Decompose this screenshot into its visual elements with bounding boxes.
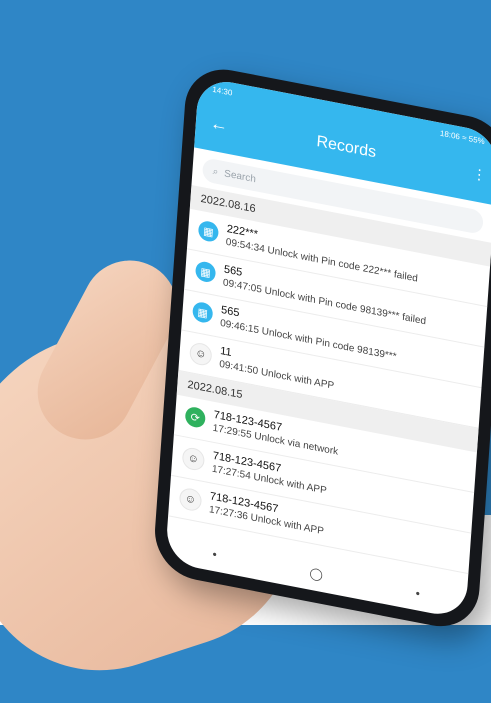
user-avatar-icon: ☺ xyxy=(178,486,203,513)
pin-pad-icon: ▦ xyxy=(192,300,214,325)
search-placeholder: Search xyxy=(223,167,257,185)
phone: 14:30 18:06 ≈ 55% ← Records ⋮ ⌕ Search 2… xyxy=(152,62,491,634)
home-icon[interactable]: ◯ xyxy=(309,566,323,582)
status-time: 14:30 xyxy=(212,84,233,98)
recent-apps-icon[interactable]: • xyxy=(212,547,217,562)
phone-screen: 14:30 18:06 ≈ 55% ← Records ⋮ ⌕ Search 2… xyxy=(164,76,491,620)
status-right: 18:06 ≈ 55% xyxy=(439,128,486,147)
search-icon: ⌕ xyxy=(212,165,219,178)
pin-pad-icon: ▦ xyxy=(194,260,217,284)
pin-pad-icon: ▦ xyxy=(197,219,220,244)
records-list: 2022.08.16 ▦ 222*** 09:54:34 Unlock with… xyxy=(168,184,491,575)
network-icon: ⟳ xyxy=(184,405,206,430)
user-avatar-icon: ☺ xyxy=(189,341,213,368)
user-avatar-icon: ☺ xyxy=(181,446,206,472)
back-nav-icon[interactable]: • xyxy=(415,586,420,601)
overflow-menu-icon[interactable]: ⋮ xyxy=(472,165,487,185)
